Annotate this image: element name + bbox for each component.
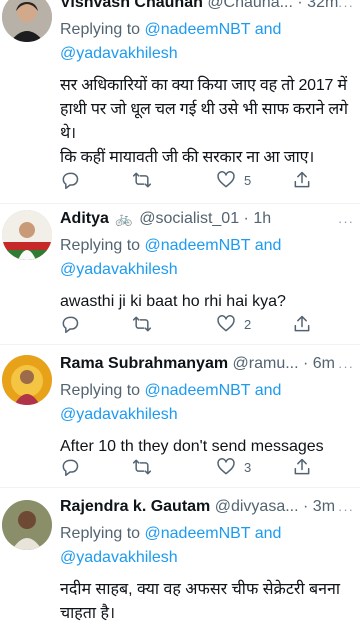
like-count: 2	[244, 316, 252, 332]
replying-to: Replying to @nadeemNBT and @yadavakhiles…	[60, 379, 354, 427]
mention-link[interactable]: @yadavakhilesh	[60, 549, 178, 566]
divider	[0, 487, 360, 488]
mention-and: and	[254, 382, 282, 399]
timestamp[interactable]: 6m	[313, 355, 335, 372]
handle[interactable]: @Chauha...	[207, 0, 293, 11]
mention-and: and	[254, 525, 282, 542]
reply-button[interactable]	[60, 455, 80, 479]
retweet-button[interactable]	[132, 168, 152, 192]
like-count: 5	[244, 172, 252, 188]
timestamp[interactable]: 32m	[307, 0, 338, 11]
replying-to: Replying to @nadeemNBT and @yadavakhiles…	[60, 522, 354, 570]
mention-link[interactable]: @nadeemNBT	[145, 21, 251, 38]
display-name[interactable]: Vishvash Chauhan	[60, 0, 203, 11]
share-button[interactable]	[292, 312, 312, 336]
separator: ·	[303, 355, 309, 372]
avatar[interactable]	[2, 0, 52, 42]
like-icon	[216, 170, 236, 190]
bicycle-icon: 🚲	[115, 210, 133, 226]
replying-to-label: Replying to	[60, 21, 141, 38]
mention-and: and	[254, 237, 282, 254]
share-icon	[292, 457, 312, 477]
timestamp[interactable]: 3m	[313, 498, 335, 515]
replying-to-label: Replying to	[60, 237, 141, 254]
mention-link[interactable]: @nadeemNBT	[145, 237, 251, 254]
like-button[interactable]: 3	[216, 455, 251, 479]
separator: ·	[297, 0, 303, 11]
mention-link[interactable]: @nadeemNBT	[145, 525, 251, 542]
mention-link[interactable]: @yadavakhilesh	[60, 45, 178, 62]
mention-link[interactable]: @nadeemNBT	[145, 382, 251, 399]
replying-to: Replying to @nadeemNBT and @yadavakhiles…	[60, 234, 354, 282]
replying-to: Replying to @nadeemNBT and @yadavakhiles…	[60, 18, 354, 66]
reply-icon	[60, 457, 80, 477]
reply-icon	[60, 314, 80, 334]
more-options-icon[interactable]: ···	[338, 359, 354, 374]
more-options-icon[interactable]: ···	[338, 0, 354, 13]
like-icon	[216, 457, 236, 477]
retweet-icon	[132, 314, 152, 334]
tweet-text: सर अधिकारियों का क्या किया जाए वह तो 201…	[60, 77, 348, 166]
divider	[0, 344, 360, 345]
mention-and: and	[254, 21, 282, 38]
replying-to-label: Replying to	[60, 382, 141, 399]
tweet-text: awasthi ji ki baat ho rhi hai kya?	[60, 293, 286, 310]
handle[interactable]: @divyasa...	[215, 498, 299, 515]
timestamp[interactable]: 1h	[253, 210, 271, 227]
handle[interactable]: @socialist_01	[139, 210, 239, 227]
handle[interactable]: @ramu...	[233, 355, 299, 372]
tweet-text: नदीम साहब, क्या वह अफसर चीफ सेक्रेटरी बन…	[60, 581, 341, 622]
share-icon	[292, 170, 312, 190]
mention-link[interactable]: @yadavakhilesh	[60, 261, 178, 278]
share-button[interactable]	[292, 168, 312, 192]
retweet-button[interactable]	[132, 455, 152, 479]
divider	[0, 203, 360, 204]
mention-link[interactable]: @yadavakhilesh	[60, 406, 178, 423]
retweet-icon	[132, 170, 152, 190]
like-button[interactable]: 5	[216, 168, 251, 192]
like-count: 3	[244, 459, 252, 475]
retweet-icon	[132, 457, 152, 477]
separator: ·	[303, 498, 309, 515]
reply-button[interactable]	[60, 312, 80, 336]
separator: ·	[243, 210, 249, 227]
like-icon	[216, 314, 236, 334]
retweet-button[interactable]	[132, 312, 152, 336]
avatar[interactable]	[2, 500, 52, 550]
more-options-icon[interactable]: ···	[338, 502, 354, 517]
like-button[interactable]: 2	[216, 312, 251, 336]
display-name[interactable]: Rajendra k. Gautam	[60, 498, 210, 515]
avatar[interactable]	[2, 355, 52, 405]
more-options-icon[interactable]: ···	[338, 214, 354, 229]
share-button[interactable]	[292, 455, 312, 479]
reply-icon	[60, 170, 80, 190]
display-name[interactable]: Aditya	[60, 210, 109, 227]
share-icon	[292, 314, 312, 334]
display-name[interactable]: Rama Subrahmanyam	[60, 355, 228, 372]
avatar[interactable]	[2, 210, 52, 260]
reply-button[interactable]	[60, 168, 80, 192]
replying-to-label: Replying to	[60, 525, 141, 542]
